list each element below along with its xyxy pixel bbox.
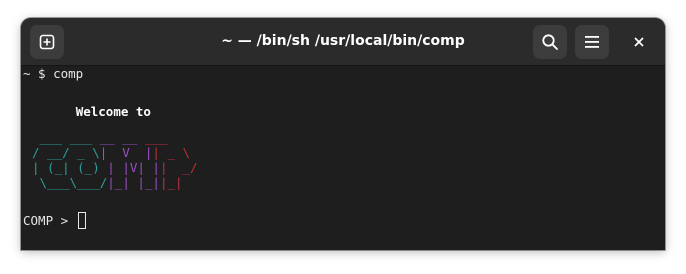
close-button[interactable] (626, 29, 652, 55)
welcome-text: Welcome to (75, 104, 151, 119)
hamburger-menu-icon (585, 36, 599, 48)
logo-row-2-m: | V | (99, 145, 153, 160)
comp-ascii-logo: ___ ___ __ __ ___ / __/ _ \| V || _ \ | … (32, 130, 198, 190)
close-icon (634, 37, 644, 47)
logo-row-1-co: ___ ___ (32, 130, 100, 145)
titlebar: ~ — /bin/sh /usr/local/bin/comp (21, 18, 665, 66)
logo-row-4-m: |_| |_| (107, 175, 160, 190)
menu-button[interactable] (575, 25, 609, 59)
logo-row-1-m: __ __ (99, 130, 145, 145)
logo-row-2-co: / __/ _ \ (32, 145, 100, 160)
new-tab-button[interactable] (30, 25, 64, 59)
input-prompt-line[interactable]: COMP > (23, 212, 86, 229)
logo-row-3-m: | |V| | (107, 160, 160, 175)
terminal-output[interactable]: ~ $ comp Welcome to ___ ___ __ __ ___ / … (21, 66, 665, 250)
logo-row-2-p: | _ \ (152, 145, 191, 160)
logo-row-1-p: ___ (144, 130, 175, 145)
logo-row-4-p: |_| (159, 175, 198, 190)
logo-row-3-co: | (_| (_) (32, 160, 108, 175)
search-button[interactable] (533, 25, 567, 59)
prompt-text: COMP > (23, 213, 69, 228)
text-cursor (77, 212, 86, 229)
terminal-window: ~ — /bin/sh /usr/local/bin/comp ~ $ comp… (21, 18, 665, 250)
command-line: ~ $ comp (23, 66, 84, 81)
logo-row-4-co: \___\___/ (32, 175, 108, 190)
new-tab-icon (39, 34, 55, 50)
logo-row-3-p: | _/ (159, 160, 198, 175)
search-icon (542, 34, 558, 50)
window-title: ~ — /bin/sh /usr/local/bin/comp (221, 33, 465, 49)
